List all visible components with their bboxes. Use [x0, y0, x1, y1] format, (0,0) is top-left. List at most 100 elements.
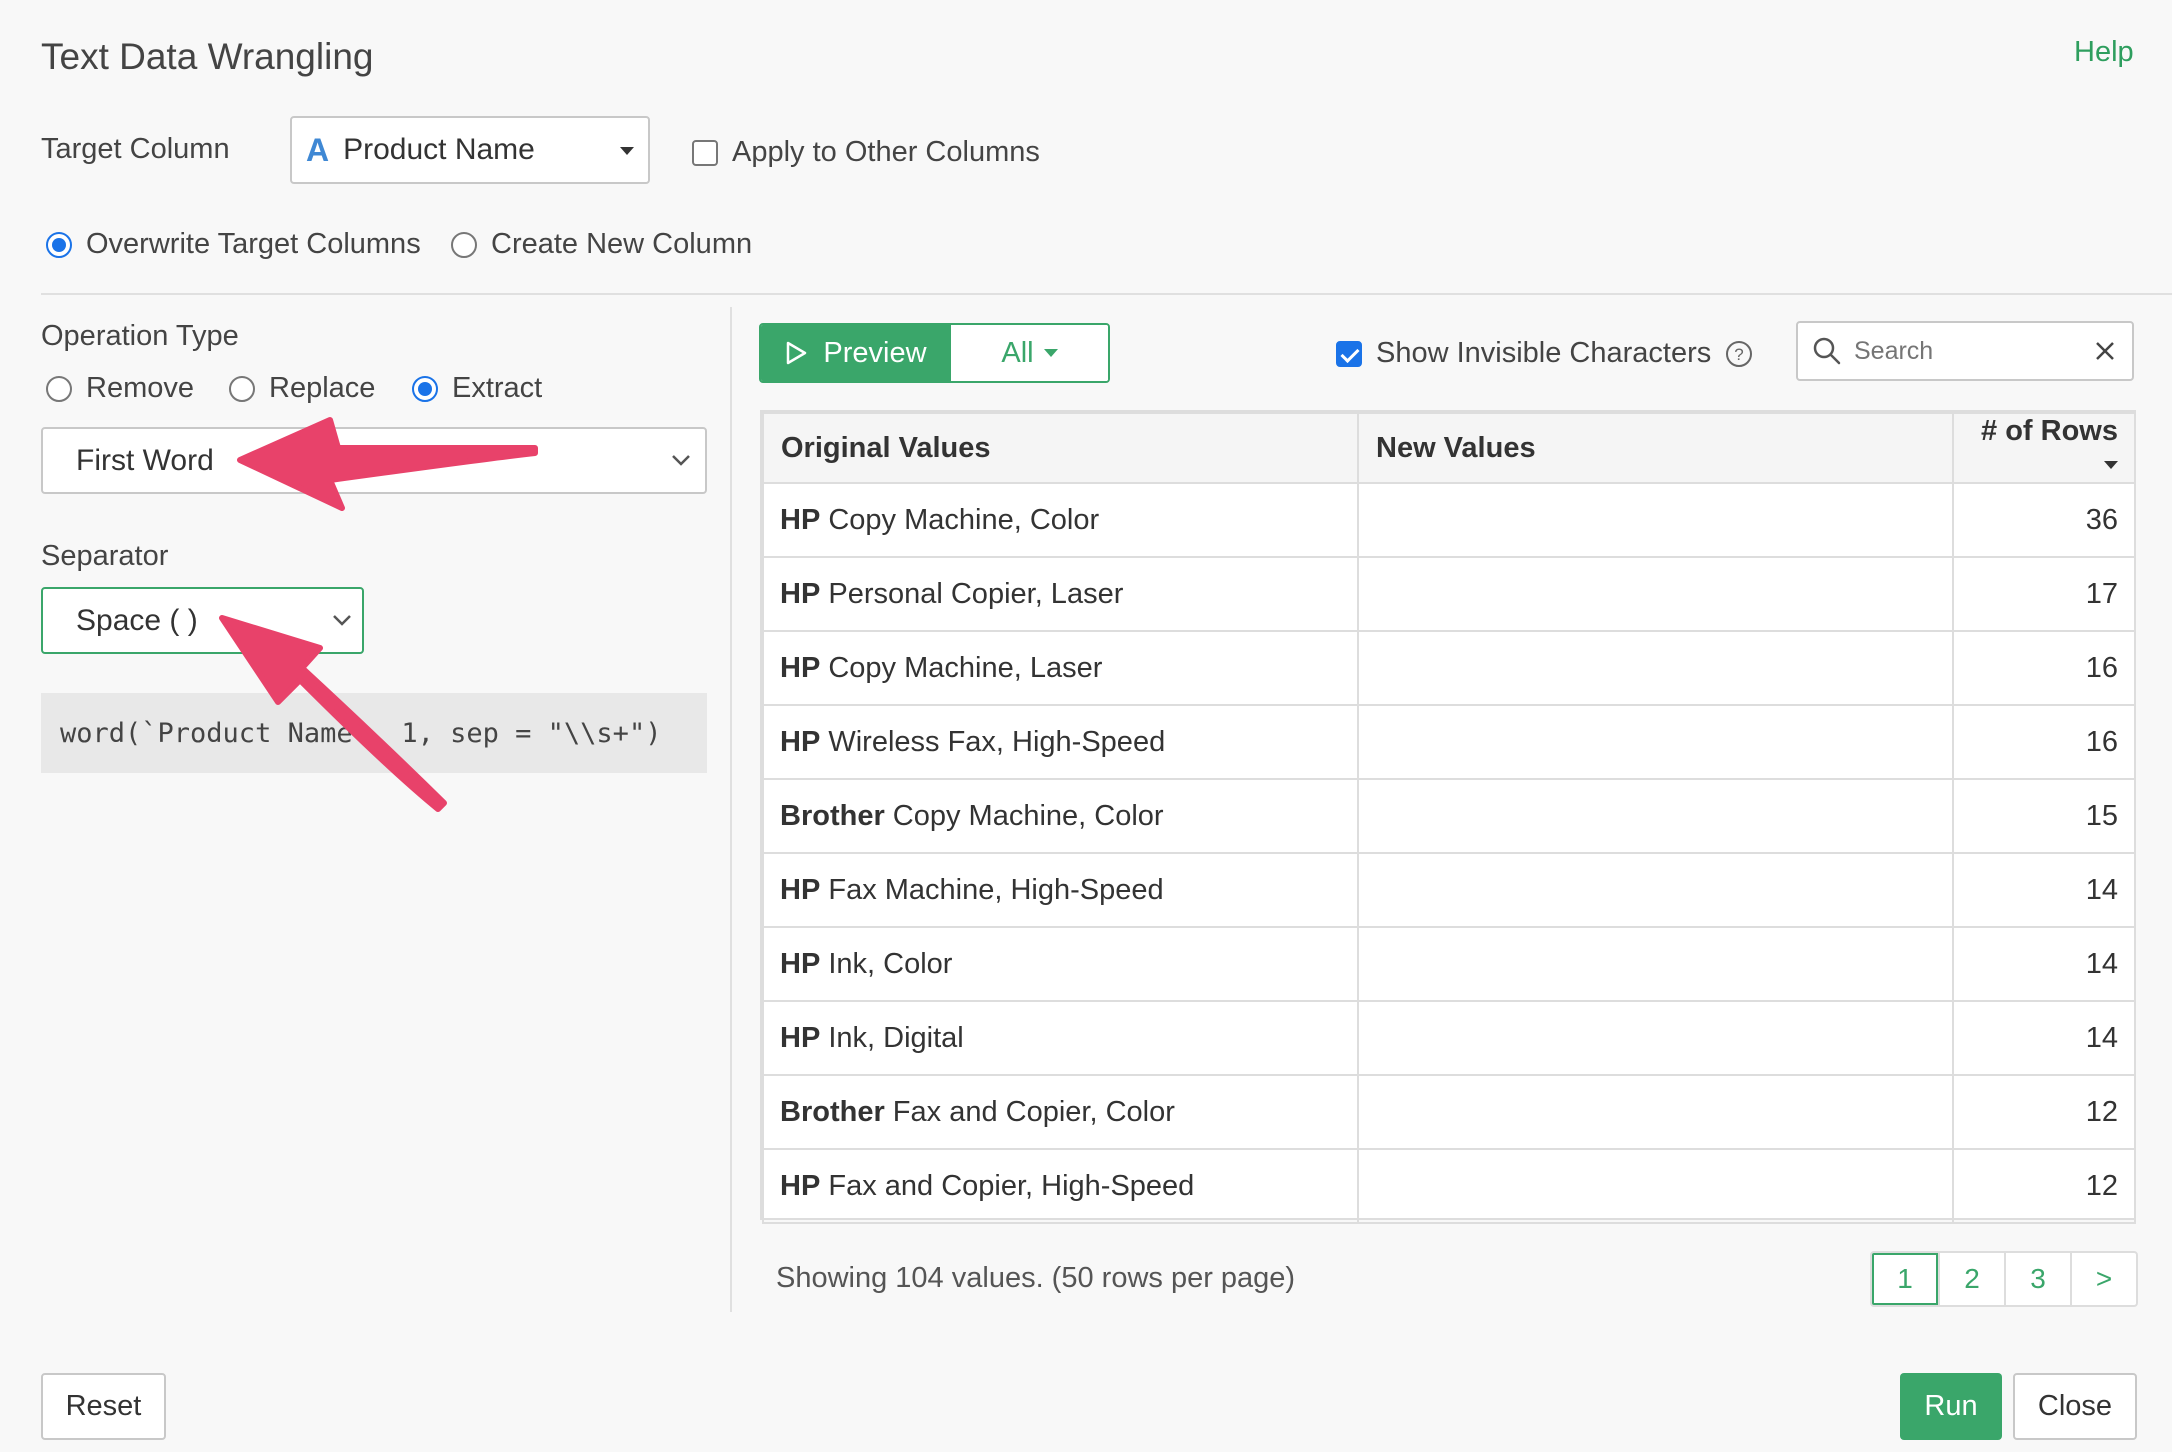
help-circle-icon[interactable]: ?: [1725, 340, 1753, 368]
original-value-rest: Fax Machine, High-Speed: [820, 873, 1164, 906]
search-box[interactable]: [1796, 321, 2134, 381]
table-row: Brother Copy Machine, Color 15: [762, 778, 2136, 854]
row-count-cell: 16: [1952, 704, 2136, 780]
table-header-row: Original Values New Values # of Rows: [762, 412, 2136, 484]
show-invisible-option[interactable]: Show Invisible Characters ?: [1336, 337, 1753, 370]
code-preview: word(`Product Name`, 1, sep = "\\s+"): [41, 693, 707, 773]
svg-text:?: ?: [1735, 345, 1744, 364]
remove-label: Remove: [86, 372, 194, 404]
operation-replace-option[interactable]: Replace: [229, 372, 375, 405]
search-input[interactable]: [1854, 336, 2084, 366]
page-1-button[interactable]: 1: [1872, 1253, 1938, 1305]
original-value-rest: Ink, Digital: [820, 1021, 964, 1054]
chevron-down-icon: [672, 455, 690, 466]
original-value-first-word: HP: [780, 725, 821, 758]
create-new-column-option[interactable]: Create New Column: [451, 228, 752, 261]
original-value-first-word: HP: [780, 873, 821, 906]
reset-button[interactable]: Reset: [41, 1373, 166, 1440]
all-label: All: [1001, 336, 1034, 369]
original-value-cell: HP Copy Machine, Laser: [762, 630, 1359, 706]
run-button[interactable]: Run: [1900, 1373, 2002, 1440]
row-count-cell: 17: [1952, 556, 2136, 632]
row-count-cell: 15: [1952, 778, 2136, 854]
operation-remove-option[interactable]: Remove: [46, 372, 194, 405]
table-row: HP Fax and Copier, High-Speed 12: [762, 1148, 2136, 1224]
text-type-icon: A: [306, 131, 330, 168]
remove-radio[interactable]: [46, 375, 72, 402]
row-count-cell: 12: [1952, 1148, 2136, 1224]
original-value-rest: Copy Machine, Color: [820, 503, 1100, 536]
header-original-values[interactable]: Original Values: [762, 412, 1359, 484]
target-column-label: Target Column: [41, 133, 230, 165]
table-row: HP Copy Machine, Color 36: [762, 482, 2136, 558]
divider-horizontal: [41, 293, 2172, 295]
apply-other-columns-option[interactable]: Apply to Other Columns: [692, 136, 1040, 169]
search-icon: [1813, 337, 1841, 365]
original-value-first-word: HP: [780, 1021, 821, 1054]
show-invisible-checkbox[interactable]: [1336, 340, 1362, 367]
next-page-button[interactable]: >: [2070, 1253, 2136, 1305]
new-value-cell: [1357, 482, 1954, 558]
close-button[interactable]: Close: [2013, 1373, 2137, 1440]
caret-down-icon: [620, 147, 634, 155]
original-value-rest: Fax and Copier, Color: [884, 1095, 1175, 1128]
replace-radio[interactable]: [229, 375, 255, 402]
page-3-button[interactable]: 3: [2004, 1253, 2070, 1305]
table-row: HP Personal Copier, Laser 17: [762, 556, 2136, 632]
target-column-select[interactable]: A Product Name: [290, 116, 650, 184]
pagination: 1 2 3 >: [1870, 1251, 2138, 1307]
original-value-cell: HP Fax Machine, High-Speed: [762, 852, 1359, 928]
create-new-radio[interactable]: [451, 231, 477, 258]
original-value-cell: HP Wireless Fax, High-Speed: [762, 704, 1359, 780]
header-num-rows-label: # of Rows: [1981, 415, 2118, 447]
showing-values-text: Showing 104 values. (50 rows per page): [776, 1262, 1296, 1294]
table-row: HP Copy Machine, Laser 16: [762, 630, 2136, 706]
show-invisible-label: Show Invisible Characters: [1376, 337, 1712, 369]
extract-label: Extract: [452, 372, 543, 404]
create-new-label: Create New Column: [491, 228, 753, 260]
close-icon[interactable]: [2094, 340, 2116, 362]
extract-type-select[interactable]: First Word: [41, 427, 707, 494]
header-new-values[interactable]: New Values: [1357, 412, 1954, 484]
dialog-title: Text Data Wrangling: [41, 36, 374, 77]
preview-button[interactable]: Preview: [761, 325, 951, 381]
new-value-cell: [1357, 1074, 1954, 1150]
row-count-cell: 36: [1952, 482, 2136, 558]
separator-select[interactable]: Space ( ): [41, 587, 364, 654]
original-value-first-word: Brother: [780, 799, 885, 832]
row-count-cell: 14: [1952, 852, 2136, 928]
original-value-first-word: HP: [780, 503, 821, 536]
page-2-button[interactable]: 2: [1938, 1253, 2004, 1305]
original-value-first-word: HP: [780, 651, 821, 684]
header-num-rows[interactable]: # of Rows: [1952, 412, 2136, 484]
chevron-down-icon: [333, 615, 351, 626]
original-value-rest: Copy Machine, Color: [884, 799, 1164, 832]
original-value-cell: HP Fax and Copier, High-Speed: [762, 1148, 1359, 1224]
new-value-cell: [1357, 630, 1954, 706]
separator-label: Separator: [41, 540, 169, 572]
apply-other-columns-checkbox[interactable]: [692, 139, 718, 166]
sort-caret-icon: [2104, 461, 2118, 470]
new-value-cell: [1357, 556, 1954, 632]
original-value-rest: Ink, Color: [820, 947, 953, 980]
table-row: HP Wireless Fax, High-Speed 16: [762, 704, 2136, 780]
original-value-rest: Fax and Copier, High-Speed: [820, 1169, 1195, 1202]
original-value-first-word: HP: [780, 577, 821, 610]
help-link[interactable]: Help: [2074, 36, 2134, 69]
extract-type-value: First Word: [76, 443, 214, 477]
caret-down-icon: [1043, 349, 1058, 357]
separator-value: Space ( ): [76, 603, 198, 637]
overwrite-target-option[interactable]: Overwrite Target Columns: [46, 228, 421, 261]
overwrite-radio[interactable]: [46, 231, 72, 258]
all-dropdown[interactable]: All: [951, 325, 1108, 381]
original-value-first-word: HP: [780, 947, 821, 980]
new-value-cell: [1357, 704, 1954, 780]
table-row: Brother Fax and Copier, Color 12: [762, 1074, 2136, 1150]
table-row: HP Ink, Color 14: [762, 926, 2136, 1002]
operation-extract-option[interactable]: Extract: [412, 372, 542, 405]
play-icon: [787, 341, 807, 365]
extract-radio[interactable]: [412, 375, 438, 402]
preview-table: Original Values New Values # of Rows HP …: [760, 410, 2136, 1224]
new-value-cell: [1357, 1000, 1954, 1076]
new-value-cell: [1357, 926, 1954, 1002]
